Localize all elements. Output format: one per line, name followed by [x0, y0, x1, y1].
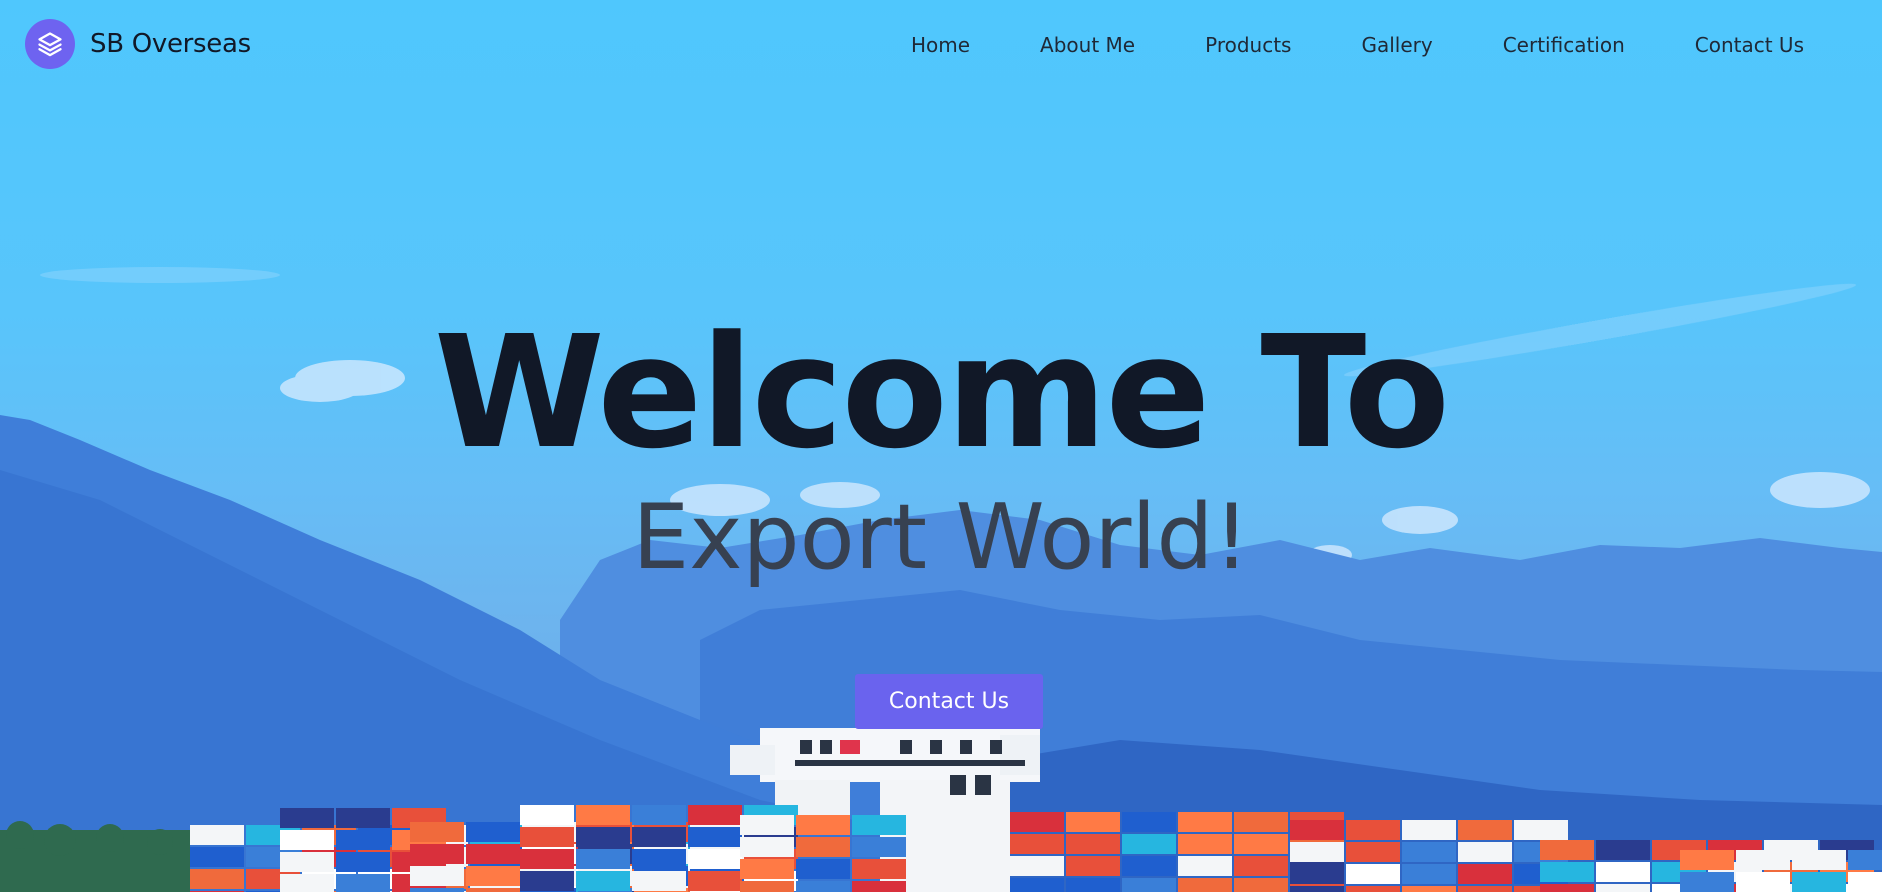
nav-item-about-me[interactable]: About Me — [1040, 30, 1135, 60]
nav-item-certification[interactable]: Certification — [1503, 30, 1625, 60]
contact-us-button[interactable]: Contact Us — [855, 674, 1043, 729]
nav-item-products[interactable]: Products — [1205, 30, 1291, 60]
stacked-layers-icon — [25, 19, 75, 69]
brand-name: SB Overseas — [90, 29, 251, 59]
main-nav: Home About Me Products Gallery Certifica… — [911, 30, 1804, 60]
hero-title: Welcome To — [433, 302, 1450, 483]
nav-item-gallery[interactable]: Gallery — [1361, 30, 1432, 60]
nav-item-contact-us[interactable]: Contact Us — [1695, 30, 1804, 60]
brand[interactable]: SB Overseas — [25, 19, 251, 69]
nav-item-home[interactable]: Home — [911, 30, 970, 60]
site-header: SB Overseas Home About Me Products Galle… — [0, 0, 1882, 90]
hero-subtitle: Export World! — [632, 485, 1250, 590]
